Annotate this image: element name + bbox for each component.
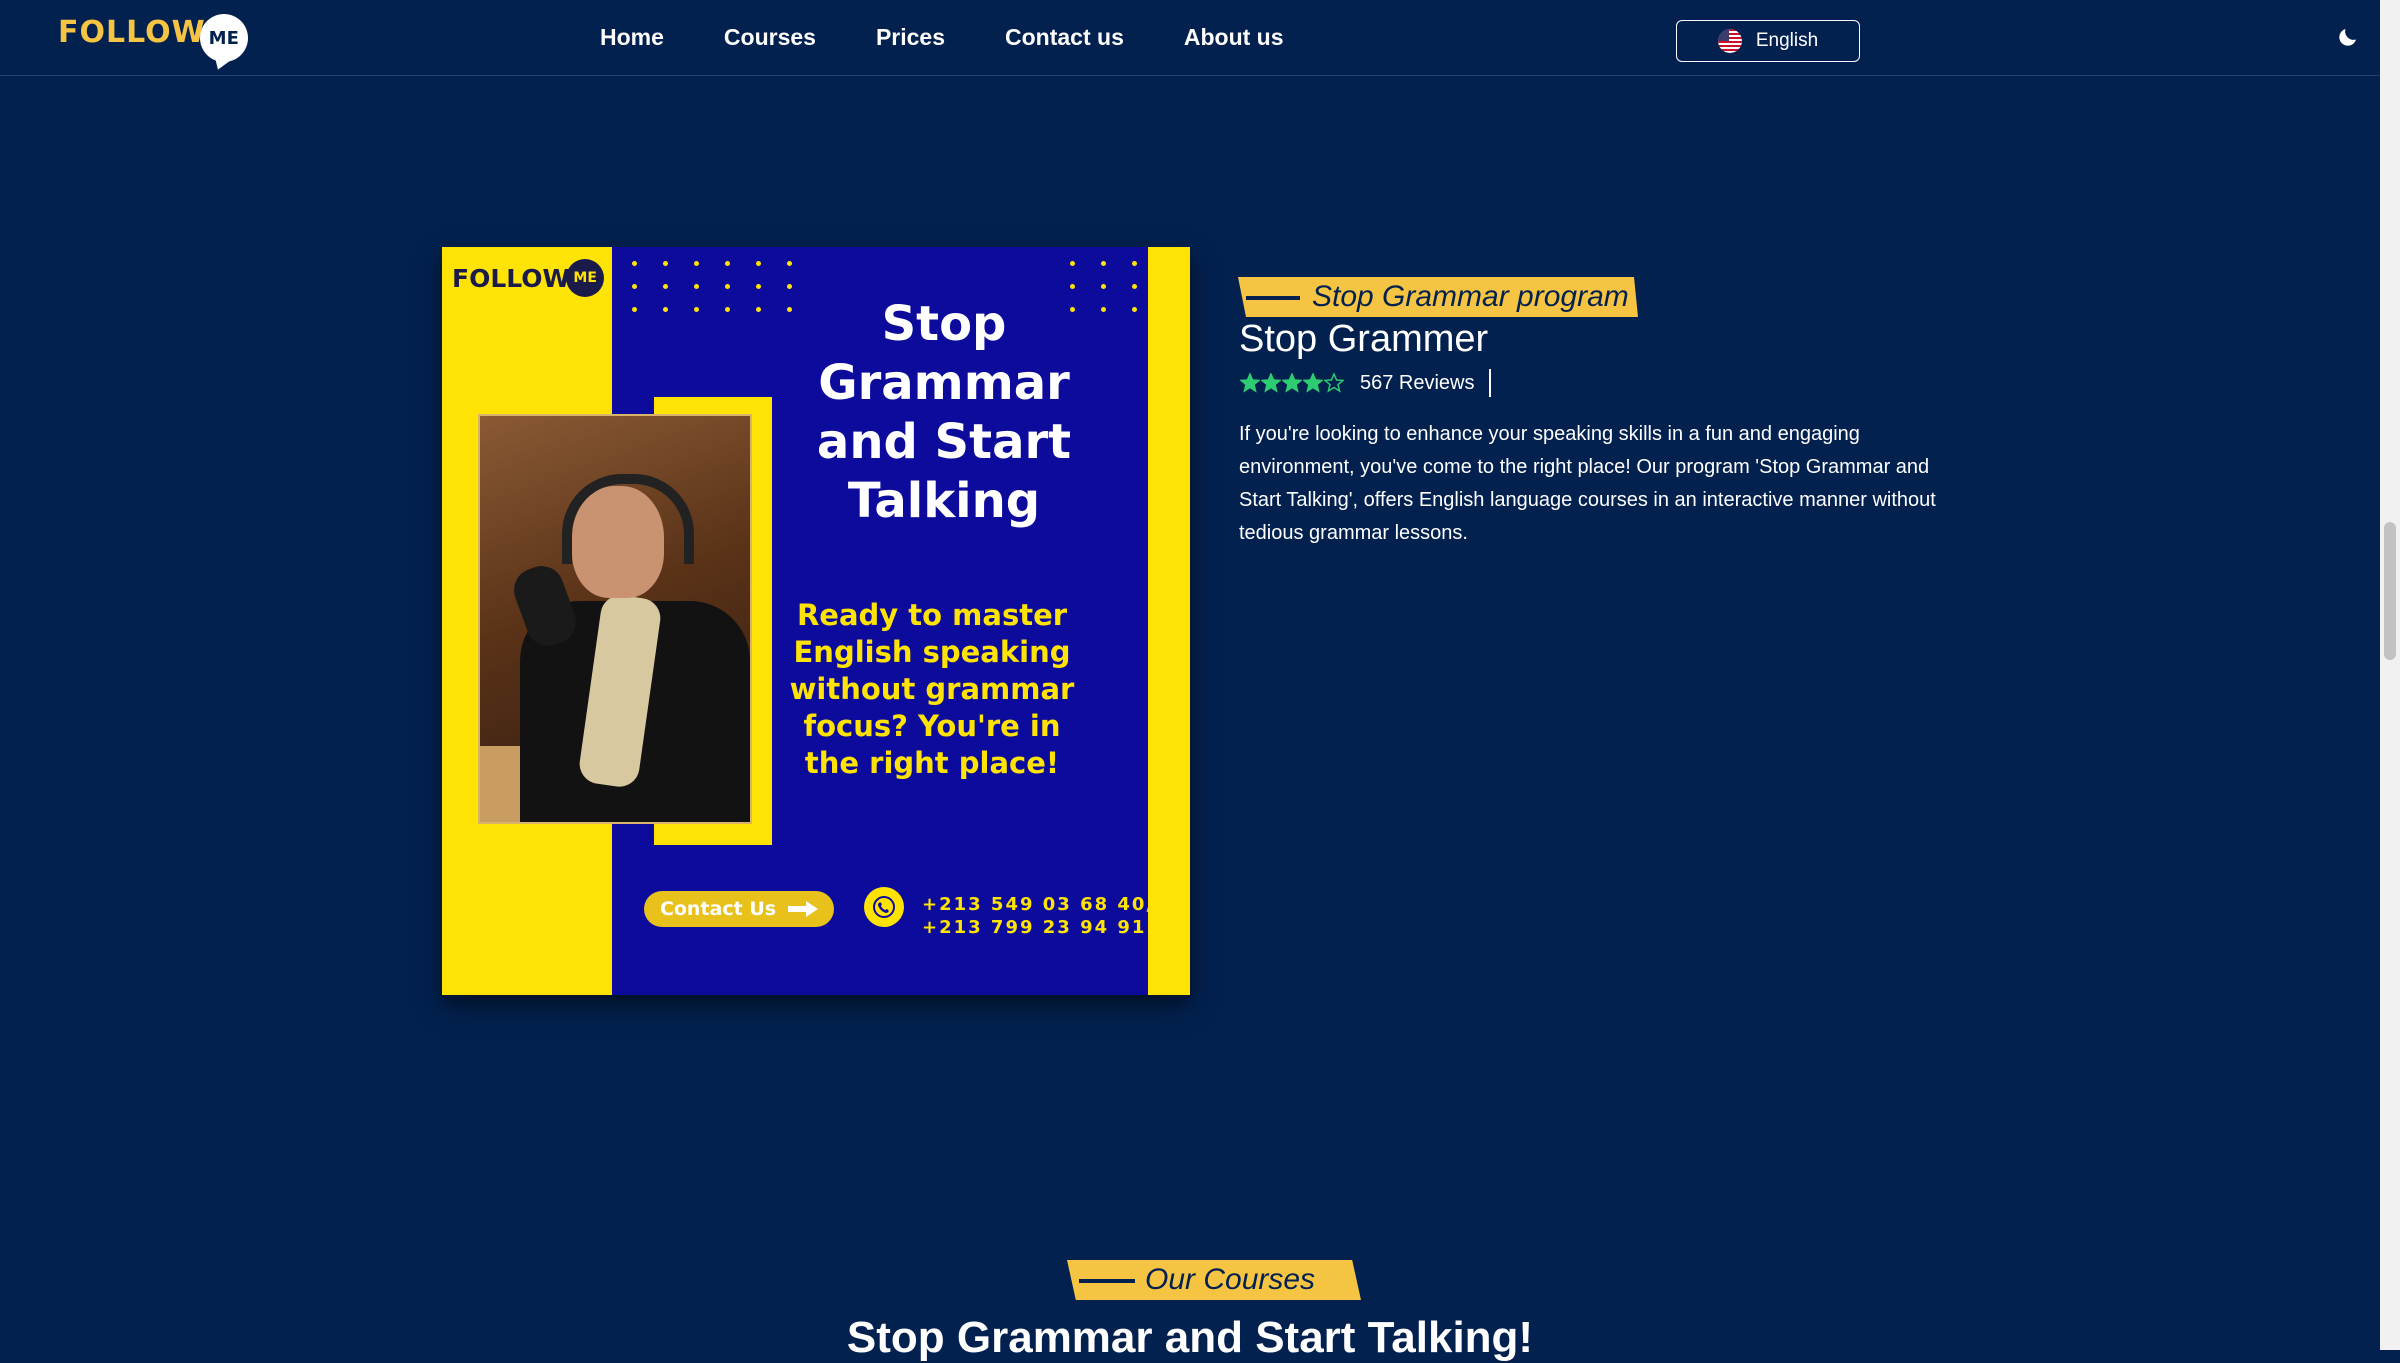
poster-logo-text: FOLLOW <box>452 263 571 293</box>
poster-contact-button: Contact Us <box>644 891 834 927</box>
poster-logo-bubble: ME <box>566 259 605 297</box>
program-tag-label: Stop Grammar program <box>1312 280 1629 313</box>
poster-logo: FOLLOW ME <box>452 259 605 297</box>
nav-link-prices[interactable]: Prices <box>876 24 945 51</box>
phone-icon <box>864 887 904 927</box>
poster-yellow-strip <box>1148 247 1190 995</box>
poster-phone-1: +213 549 03 68 40/ <box>922 894 1156 915</box>
course-description: If you're looking to enhance your speaki… <box>1239 423 1936 544</box>
poster-dots-left <box>632 261 792 312</box>
reviews-count: 567 Reviews <box>1360 371 1475 394</box>
star-filled-icon <box>1282 373 1302 393</box>
program-tag-dash <box>1246 296 1300 300</box>
nav-links: Home Courses Prices Contact us About us <box>600 24 1284 51</box>
our-courses-tag-label: Our Courses <box>1145 1263 1316 1296</box>
logo-bubble: ME <box>199 14 248 62</box>
us-flag-icon <box>1717 29 1742 53</box>
language-label: English <box>1755 30 1819 51</box>
nav-link-contact[interactable]: Contact us <box>1005 24 1124 51</box>
star-filled-icon <box>1261 373 1281 393</box>
nav-link-courses[interactable]: Courses <box>724 24 816 51</box>
nav-link-about[interactable]: About us <box>1184 24 1284 51</box>
rating-row: 567 Reviews <box>1240 368 1491 398</box>
nav-link-home[interactable]: Home <box>600 24 664 51</box>
scrollbar-track[interactable] <box>2380 0 2400 1350</box>
star-filled-icon <box>1303 373 1323 393</box>
our-courses-tag: Our Courses <box>1067 1260 1361 1300</box>
logo-text: FOLLOW <box>58 14 206 50</box>
poster-title: Stop Grammar and Start Talking <box>816 296 1072 529</box>
section-heading: Stop Grammar and Start Talking! <box>846 1313 1534 1362</box>
our-courses-tag-dash <box>1079 1279 1135 1283</box>
star-empty-icon <box>1324 373 1344 393</box>
poster-phone-2: +213 799 23 94 91 <box>922 917 1147 938</box>
poster-phone-numbers: +213 549 03 68 40/ +213 799 23 94 91 <box>922 893 1155 939</box>
text-cursor-divider <box>1488 369 1491 397</box>
course-poster-image: FOLLOW ME Stop Grammar and Start Talking… <box>442 247 1190 995</box>
poster-contact-label: Contact Us <box>659 898 777 920</box>
top-navbar: FOLLOW ME Home Courses Prices Contact us… <box>0 0 2380 76</box>
presenter-photo <box>478 414 752 824</box>
poster-subtitle: Ready to master English speaking without… <box>789 598 1075 780</box>
course-title: Stop Grammer <box>1239 318 1489 360</box>
language-selector[interactable]: English <box>1676 20 1860 62</box>
arrow-right-icon <box>788 901 819 917</box>
star-rating <box>1240 373 1344 393</box>
site-logo[interactable]: FOLLOW ME <box>58 12 248 64</box>
star-filled-icon <box>1240 373 1260 393</box>
scrollbar-thumb[interactable] <box>2384 522 2396 660</box>
program-tag: Stop Grammar program <box>1238 277 1638 317</box>
moon-icon[interactable] <box>2336 25 2360 49</box>
